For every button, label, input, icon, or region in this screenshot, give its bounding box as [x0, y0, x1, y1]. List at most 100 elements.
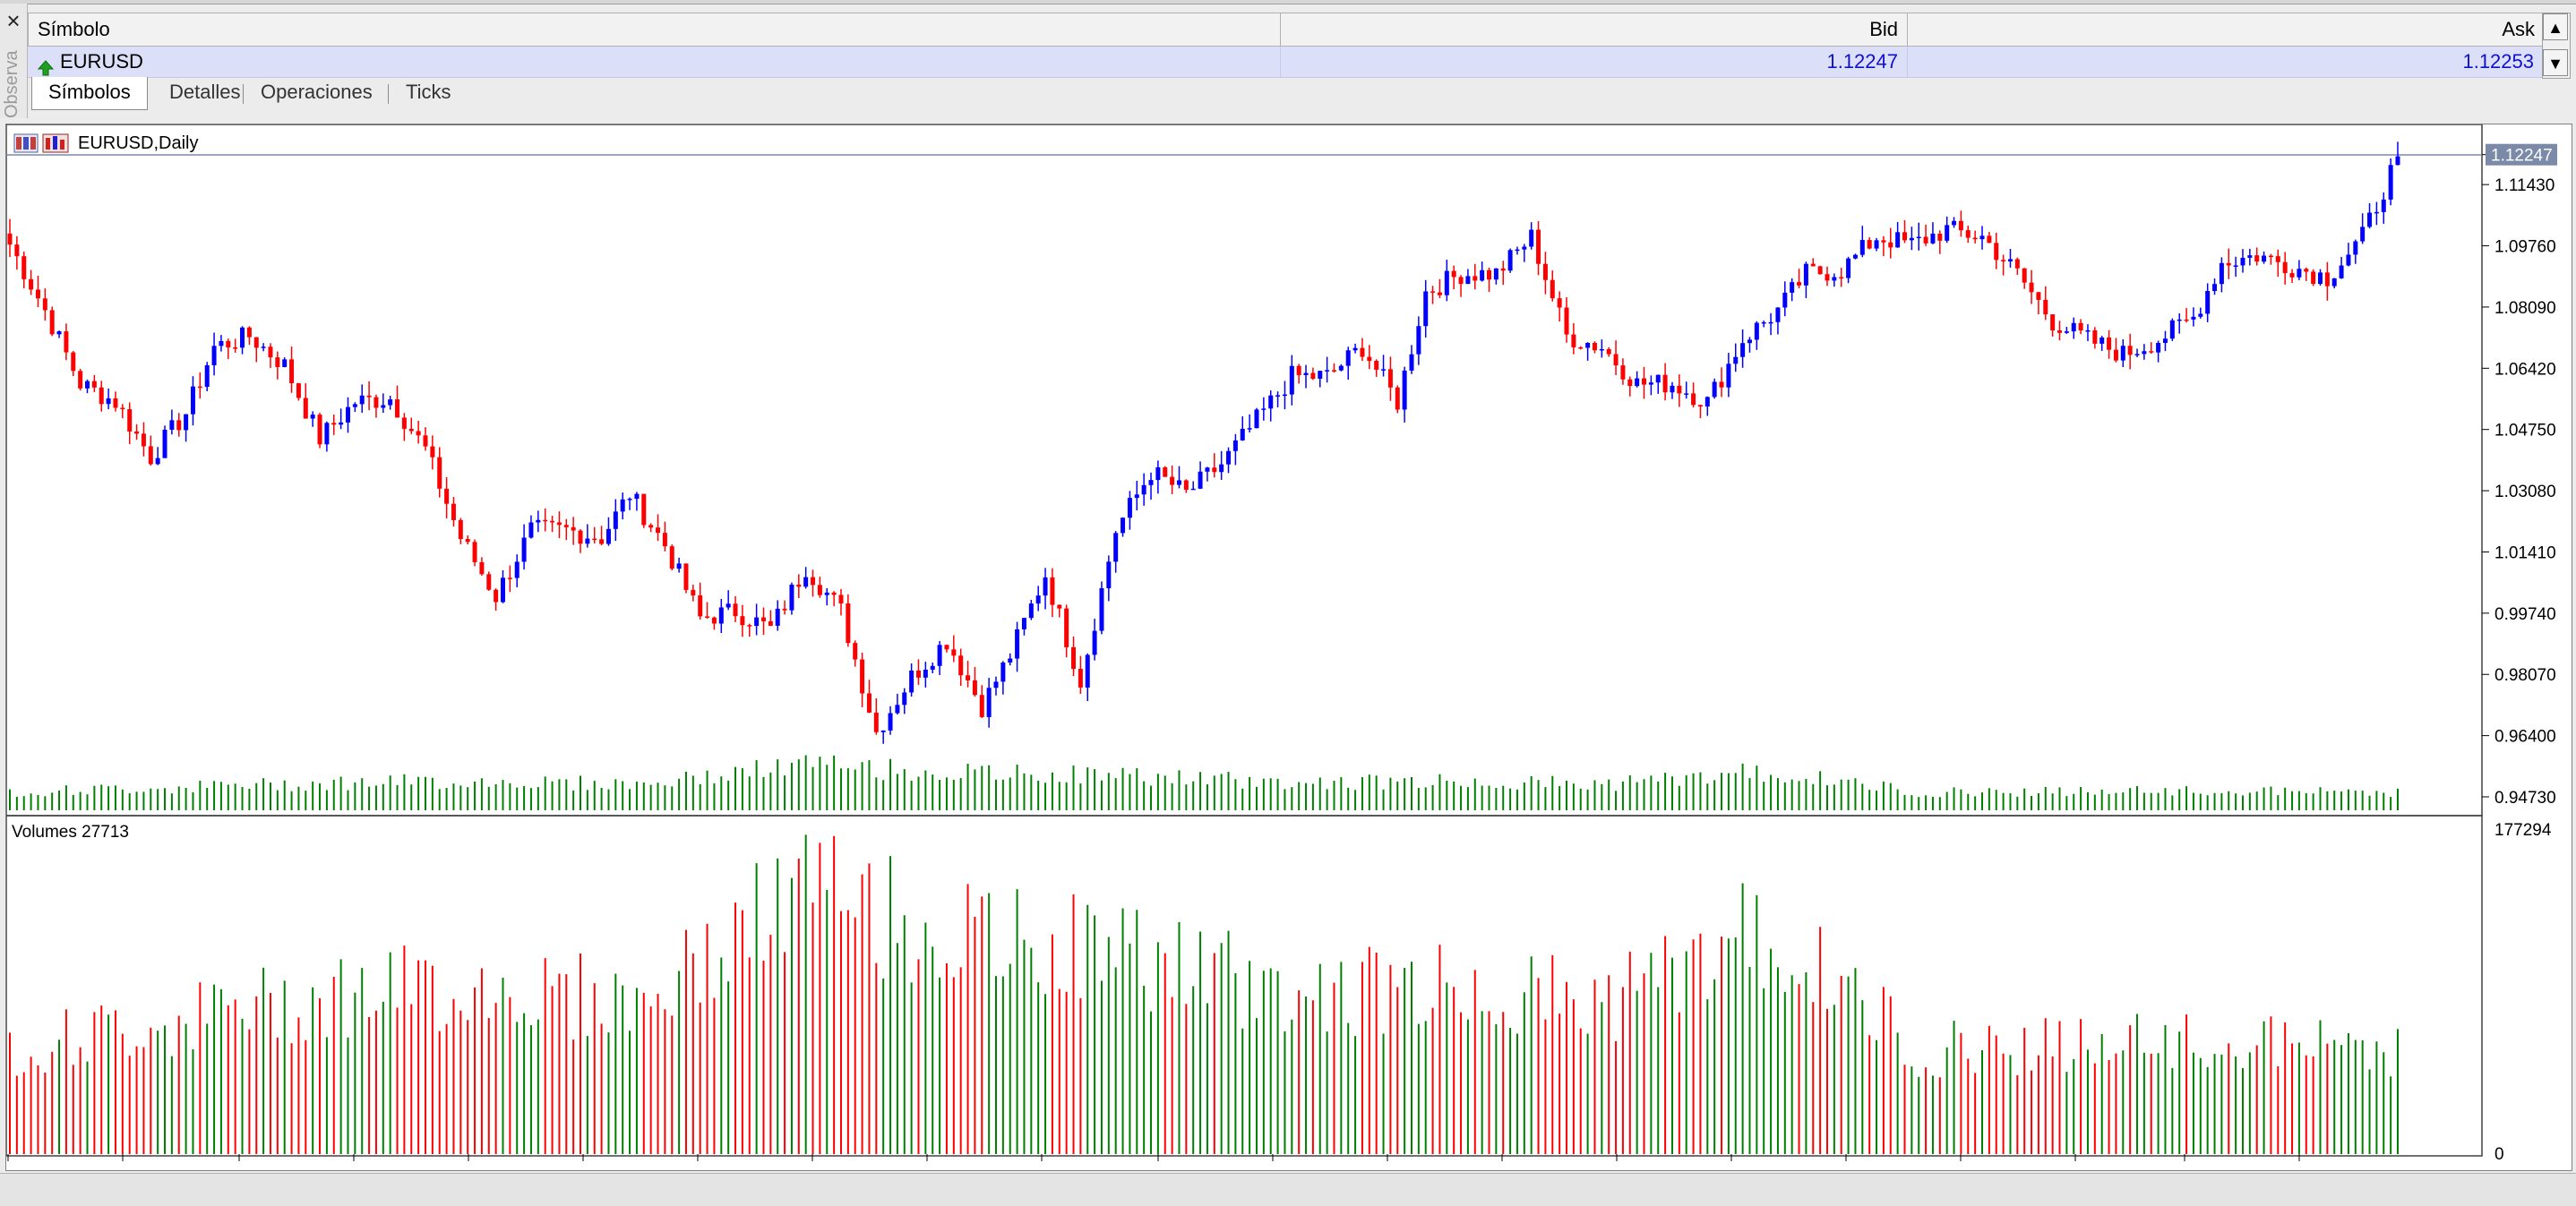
bull-candle	[1043, 577, 1048, 596]
column-header-ask[interactable]: Ask	[1908, 13, 2544, 46]
bear-candle	[2268, 255, 2273, 258]
bull-candle	[1852, 254, 1858, 259]
bull-candle	[2395, 156, 2400, 166]
bull-candle	[627, 499, 632, 500]
bull-candle	[2353, 241, 2358, 255]
market-watch-scrollbar[interactable]: ▲ ▼	[2542, 13, 2571, 79]
bear-candle	[2226, 262, 2231, 266]
bear-candle	[1437, 292, 1442, 295]
bear-candle	[698, 595, 703, 617]
bear-candle	[853, 643, 858, 660]
bear-candle	[317, 415, 322, 445]
close-icon[interactable]: ×	[0, 7, 27, 34]
bull-candle	[85, 381, 90, 389]
bull-candle	[1148, 480, 1154, 485]
time-axis-label: 9 Jun 2022	[352, 1168, 436, 1170]
time-axis-label: 21 Oct 2022	[1040, 1168, 1133, 1170]
bear-candle	[451, 503, 456, 520]
price-axis-label: 0.99740	[2494, 605, 2556, 624]
price-axis-label: 1.01410	[2494, 543, 2556, 562]
bear-candle	[1451, 270, 1456, 278]
bear-candle	[648, 525, 654, 528]
price-chart[interactable]: 1.12247 1.11430 1.09760 1.08090 1.06420 1.047…	[6, 124, 2572, 1170]
time-axis-label: 4 Apr 2022	[6, 1168, 89, 1170]
bear-candle	[599, 539, 605, 544]
bull-candle	[1318, 371, 1323, 379]
bull-candle	[1035, 595, 1041, 604]
bear-candle	[1571, 334, 1576, 347]
window-icon	[13, 133, 39, 153]
bear-candle	[14, 244, 20, 257]
bear-candle	[35, 289, 40, 299]
bull-candle	[514, 561, 519, 578]
tab-separator	[388, 84, 389, 104]
bull-candle	[2317, 272, 2323, 285]
tab-operaciones[interactable]: Operaciones	[245, 77, 389, 109]
bull-candle	[184, 414, 189, 431]
bear-candle	[817, 585, 822, 595]
bull-candle	[56, 331, 62, 335]
bull-candle	[1275, 395, 1281, 397]
bull-candle	[1515, 249, 1520, 252]
scroll-up-icon[interactable]: ▲	[2543, 13, 2568, 40]
bull-candle	[2191, 316, 2196, 320]
price-axis-label: 1.08090	[2494, 299, 2556, 318]
bear-candle	[1163, 466, 1168, 477]
bull-candle	[803, 577, 809, 587]
bear-candle	[1310, 372, 1316, 379]
bull-candle	[1000, 662, 1006, 682]
up-arrow-icon	[37, 55, 55, 76]
bear-candle	[958, 655, 964, 676]
bear-candle	[1965, 230, 1971, 238]
chart-window[interactable]: 1.12247 1.11430 1.09760 1.08090 1.06420 1.047…	[5, 124, 2572, 1171]
price-axis-label: 1.06420	[2494, 360, 2556, 379]
current-price-label: 1.12247	[2491, 147, 2553, 166]
bull-candle	[1345, 350, 1351, 366]
bear-candle	[2304, 269, 2309, 272]
market-watch-header: Símbolo Bid Ask	[28, 13, 2545, 47]
bear-candle	[2078, 322, 2083, 331]
bear-candle	[2107, 337, 2112, 350]
bear-candle	[2014, 259, 2020, 269]
bear-candle	[711, 617, 717, 624]
bear-candle	[2127, 346, 2133, 355]
bull-candle	[204, 364, 210, 388]
bear-candle	[458, 519, 463, 540]
time-axis-label: 1 Jul 2022	[467, 1168, 545, 1170]
bear-candle	[873, 712, 879, 732]
bull-candle	[2134, 354, 2140, 355]
time-axis-label: 7 Mar 2023	[1730, 1168, 1816, 1170]
tab-detalles[interactable]: Detalles	[153, 77, 256, 109]
bear-candle	[1677, 385, 1682, 394]
tab-simbolos[interactable]: Símbolos	[31, 77, 148, 110]
column-header-symbol[interactable]: Símbolo	[29, 13, 1281, 46]
bull-candle	[613, 511, 618, 529]
volume-panel-border	[6, 815, 2483, 1157]
bear-candle	[1212, 467, 1217, 473]
time-axis-label: 29 Mar 2023	[1844, 1168, 1940, 1170]
bull-candle	[1726, 364, 1731, 388]
market-watch-row[interactable]: EURUSD 1.12247 1.12253	[28, 47, 2543, 78]
bear-candle	[2043, 299, 2048, 315]
bull-candle	[1775, 307, 1781, 322]
bull-candle	[2331, 278, 2337, 287]
bear-candle	[979, 695, 984, 717]
bear-candle	[1550, 279, 1555, 299]
column-header-bid[interactable]: Bid	[1281, 13, 1908, 46]
bull-candle	[1289, 365, 1294, 395]
bull-candle	[585, 538, 590, 544]
bear-candle	[423, 435, 428, 447]
bear-candle	[78, 371, 83, 389]
bull-candle	[1895, 232, 1901, 248]
bull-candle	[1198, 471, 1203, 489]
bull-candle	[1134, 494, 1139, 499]
bear-candle	[1923, 236, 1928, 244]
tab-ticks[interactable]: Ticks	[390, 77, 468, 109]
scroll-down-icon[interactable]: ▼	[2543, 49, 2568, 76]
time-axis-label: 29 Sep 2022	[925, 1168, 1022, 1170]
bid-cell: 1.12247	[1280, 47, 1907, 77]
bull-candle	[1409, 354, 1414, 371]
bull-candle	[1846, 258, 1851, 278]
bull-candle	[2388, 165, 2393, 200]
tab-separator	[243, 84, 244, 104]
